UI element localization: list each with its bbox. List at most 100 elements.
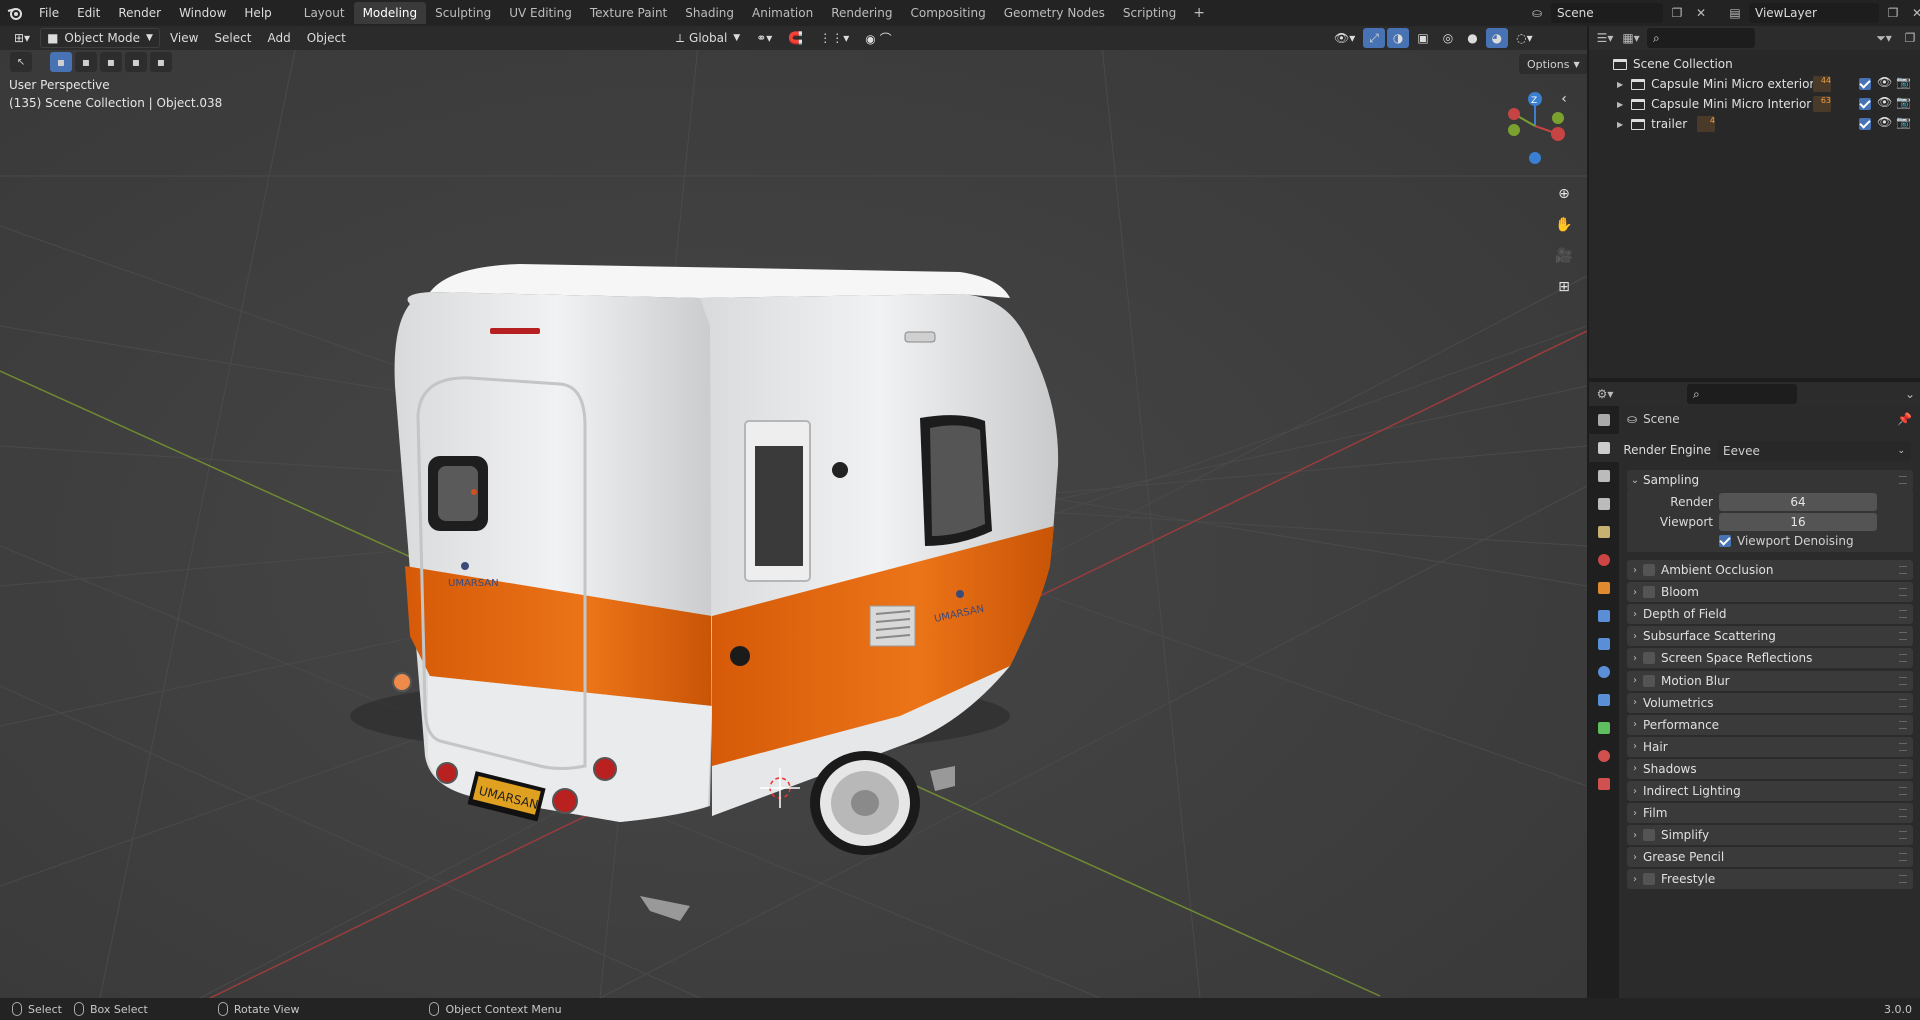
- new-viewlayer-icon[interactable]: ❐: [1883, 3, 1903, 23]
- drag-handle-icon[interactable]: [1899, 588, 1907, 597]
- rendered-shading-icon[interactable]: ◌▾: [1510, 28, 1539, 48]
- 3d-viewport[interactable]: UMARSAN UMARSAN UMARSAN ⊞▾ ■ Object Mode…: [0, 26, 1587, 998]
- mesh-count-badge[interactable]: 44: [1813, 76, 1831, 92]
- panel-volumetrics[interactable]: › Volumetrics: [1627, 692, 1913, 713]
- drag-handle-icon[interactable]: [1899, 853, 1907, 862]
- snap-target-icon[interactable]: ⋮⋮▾: [813, 28, 855, 48]
- object-mode-dropdown[interactable]: ■ Object Mode ▼: [40, 28, 160, 48]
- drag-handle-icon[interactable]: [1899, 610, 1907, 619]
- panel-hair[interactable]: › Hair: [1627, 736, 1913, 757]
- outliner-item[interactable]: ▶ Capsule Mini Micro exterior 44 👁 📷: [1589, 74, 1920, 94]
- drag-handle-icon[interactable]: [1899, 764, 1907, 773]
- tab-modeling[interactable]: Modeling: [353, 2, 427, 24]
- outliner-search-input[interactable]: ⌕: [1647, 28, 1755, 48]
- tab-geometry-nodes[interactable]: Geometry Nodes: [995, 2, 1114, 24]
- display-mode-icon[interactable]: ▦▾: [1621, 28, 1641, 48]
- options-dropdown[interactable]: Options ▼: [1519, 54, 1587, 74]
- drag-handle-icon[interactable]: [1899, 676, 1907, 685]
- texture-tab-icon[interactable]: [1589, 770, 1619, 798]
- scene-collection-row[interactable]: Scene Collection: [1589, 54, 1920, 74]
- panel-film[interactable]: › Film: [1627, 803, 1913, 824]
- drag-handle-icon[interactable]: [1899, 809, 1907, 818]
- tab-animation[interactable]: Animation: [743, 2, 822, 24]
- perspective-grid-icon[interactable]: ⊞: [1551, 274, 1577, 300]
- tab-sculpting[interactable]: Sculpting: [426, 2, 500, 24]
- menu-edit[interactable]: Edit: [68, 0, 109, 26]
- modifier-tab-icon[interactable]: [1589, 602, 1619, 630]
- panel-ambient-occlusion[interactable]: › Ambient Occlusion: [1627, 560, 1913, 580]
- camera-icon[interactable]: 📷: [1896, 75, 1911, 89]
- blender-logo-icon[interactable]: [0, 0, 30, 26]
- snap-icon[interactable]: 🧲: [782, 28, 809, 48]
- mesh-count-badge[interactable]: 4: [1697, 116, 1715, 132]
- pan-hand-icon[interactable]: ✋: [1551, 212, 1577, 238]
- menu-render[interactable]: Render: [109, 0, 170, 26]
- particles-tab-icon[interactable]: [1589, 630, 1619, 658]
- outliner-editor-icon[interactable]: ☰▾: [1595, 28, 1615, 48]
- panel-enable-checkbox[interactable]: [1643, 873, 1655, 886]
- panel-enable-checkbox[interactable]: [1643, 652, 1655, 665]
- xray-icon[interactable]: ▣: [1411, 28, 1434, 48]
- panel-performance[interactable]: › Performance: [1627, 714, 1913, 735]
- render-engine-dropdown[interactable]: Eevee ⌄: [1717, 441, 1911, 461]
- camera-icon[interactable]: 📷: [1896, 115, 1911, 129]
- panel-enable-checkbox[interactable]: [1643, 586, 1655, 599]
- menu-object[interactable]: Object: [301, 28, 352, 48]
- panel-subsurface-scattering[interactable]: › Subsurface Scattering: [1627, 626, 1913, 647]
- material-shading-icon[interactable]: ◕: [1485, 28, 1509, 48]
- drag-handle-icon[interactable]: [1899, 476, 1907, 484]
- tab-uv-editing[interactable]: UV Editing: [500, 2, 581, 24]
- gizmo-icon[interactable]: ⤢: [1363, 28, 1385, 48]
- select-tool-icon[interactable]: ↖: [10, 52, 32, 72]
- eye-icon[interactable]: 👁: [1877, 95, 1892, 109]
- camera-view-icon[interactable]: 🎥: [1551, 243, 1577, 269]
- menu-window[interactable]: Window: [170, 0, 235, 26]
- drag-handle-icon[interactable]: [1899, 698, 1907, 707]
- render-samples-field[interactable]: 64: [1719, 493, 1877, 511]
- wireframe-shading-icon[interactable]: ◎: [1437, 28, 1459, 48]
- tab-texture-paint[interactable]: Texture Paint: [581, 2, 676, 24]
- properties-editor-icon[interactable]: ⚙▾: [1595, 384, 1615, 404]
- exclude-checkbox[interactable]: [1859, 98, 1871, 110]
- drag-handle-icon[interactable]: [1899, 831, 1907, 840]
- tab-compositing[interactable]: Compositing: [901, 2, 994, 24]
- solid-shading-icon[interactable]: ●: [1461, 28, 1483, 48]
- menu-file[interactable]: File: [30, 0, 68, 26]
- panel-shadows[interactable]: › Shadows: [1627, 758, 1913, 779]
- select-extend-icon[interactable]: ▪: [75, 52, 97, 72]
- drag-handle-icon[interactable]: [1899, 787, 1907, 795]
- panel-enable-checkbox[interactable]: [1643, 564, 1655, 576]
- properties-search-input[interactable]: ⌕: [1687, 384, 1797, 404]
- drag-handle-icon[interactable]: [1899, 654, 1907, 663]
- add-workspace-button[interactable]: +: [1185, 5, 1213, 21]
- panel-grease-pencil[interactable]: › Grease Pencil: [1627, 847, 1913, 868]
- sampling-panel-header[interactable]: ⌄ Sampling: [1627, 470, 1913, 490]
- scene-tab-icon[interactable]: [1589, 518, 1619, 546]
- viewport-scene[interactable]: UMARSAN UMARSAN UMARSAN: [0, 26, 1587, 998]
- menu-help[interactable]: Help: [235, 0, 280, 26]
- view-layer-tab-icon[interactable]: [1589, 490, 1619, 518]
- data-tab-icon[interactable]: [1589, 714, 1619, 742]
- visibility-icon[interactable]: 👁▾: [1328, 28, 1361, 48]
- collapse-sidebar-icon[interactable]: ‹: [1551, 86, 1577, 112]
- expand-arrow-icon[interactable]: ▶: [1617, 120, 1623, 129]
- drag-handle-icon[interactable]: [1899, 875, 1907, 884]
- zoom-icon[interactable]: ⊕: [1551, 181, 1577, 207]
- scene-icon[interactable]: ⛀: [1527, 3, 1547, 23]
- panel-simplify[interactable]: › Simplify: [1627, 825, 1913, 846]
- drag-handle-icon[interactable]: [1899, 566, 1907, 574]
- scene-name-field[interactable]: Scene: [1551, 3, 1663, 23]
- menu-add[interactable]: Add: [261, 28, 296, 48]
- viewport-denoising-toggle[interactable]: Viewport Denoising: [1719, 534, 1854, 548]
- material-tab-icon[interactable]: [1589, 742, 1619, 770]
- tab-rendering[interactable]: Rendering: [822, 2, 901, 24]
- pin-icon[interactable]: 📌: [1897, 412, 1912, 426]
- drag-handle-icon[interactable]: [1899, 720, 1907, 729]
- panel-freestyle[interactable]: › Freestyle: [1627, 869, 1913, 890]
- pivot-icon[interactable]: ⚭▾: [750, 28, 778, 48]
- outliner-item[interactable]: ▶ Capsule Mini Micro Interior 63 👁 📷: [1589, 94, 1920, 114]
- tool-tab-icon[interactable]: [1589, 406, 1619, 434]
- output-tab-icon[interactable]: [1589, 462, 1619, 490]
- delete-scene-icon[interactable]: ✕: [1691, 3, 1711, 23]
- orientation-dropdown[interactable]: ⟂ Global ▼: [670, 28, 746, 48]
